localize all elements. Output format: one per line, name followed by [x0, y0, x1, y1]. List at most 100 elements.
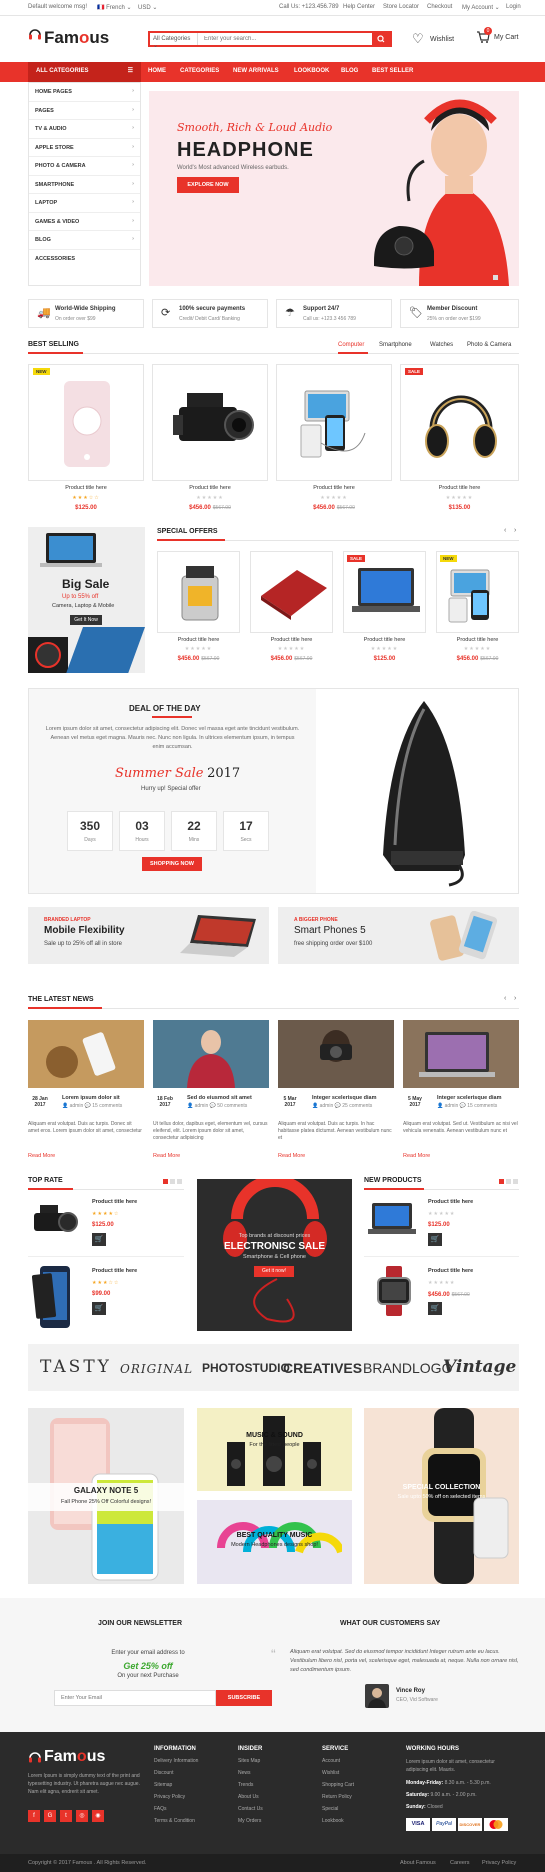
new-products-pagination[interactable]: [497, 1179, 518, 1186]
tab-computer[interactable]: Computer: [338, 342, 364, 348]
best-quality-music-tile[interactable]: BEST QUALITY MUSIC Modern Headphones des…: [197, 1500, 352, 1584]
footer-link[interactable]: Discount: [154, 1770, 198, 1776]
category-item[interactable]: BLOG ›: [29, 231, 140, 250]
subscribe-button[interactable]: SUBSCRIBE: [216, 1690, 272, 1706]
site-logo[interactable]: Famous: [44, 28, 109, 48]
about-link[interactable]: About Famous: [400, 1860, 436, 1866]
nav-home[interactable]: HOME: [148, 68, 166, 74]
login-link[interactable]: Login: [506, 4, 521, 10]
nav-categories[interactable]: CATEGORIES: [180, 68, 219, 74]
category-item[interactable]: ACCESSORIES: [29, 250, 140, 269]
product-title[interactable]: Product title here: [428, 1268, 473, 1274]
news-prev-arrow[interactable]: ‹: [504, 995, 506, 1002]
my-account-link[interactable]: My Account ⌄: [462, 4, 500, 11]
google-plus-icon[interactable]: G: [44, 1810, 56, 1822]
news-card[interactable]: [28, 1020, 144, 1090]
brand-logo[interactable]: CREATIVES: [283, 1360, 362, 1376]
search-button[interactable]: [372, 33, 390, 45]
brand-logo[interactable]: BRANDLOGO: [363, 1360, 452, 1376]
help-center-link[interactable]: Help Center: [343, 4, 375, 10]
category-item[interactable]: APPLE STORE ›: [29, 139, 140, 157]
checkout-link[interactable]: Checkout: [427, 4, 452, 10]
footer-link[interactable]: Return Policy: [322, 1794, 354, 1800]
product-title[interactable]: Product title here: [92, 1268, 137, 1274]
big-sale-banner[interactable]: Big Sale Up to 55% off Camera, Laptop & …: [28, 527, 145, 673]
footer-link[interactable]: Delivery Information: [154, 1758, 198, 1764]
add-to-cart-button[interactable]: 🛒: [92, 1302, 106, 1315]
footer-link[interactable]: FAQs: [154, 1806, 198, 1812]
product-title[interactable]: Product title here: [92, 1199, 137, 1205]
product-title[interactable]: Product title here: [28, 485, 144, 491]
twitter-icon[interactable]: t: [60, 1810, 72, 1822]
product-card[interactable]: [250, 551, 333, 633]
newsletter-email-input[interactable]: [54, 1690, 216, 1706]
product-card[interactable]: [276, 364, 392, 481]
add-to-cart-button[interactable]: 🛒: [428, 1302, 442, 1315]
footer-link[interactable]: Privacy Policy: [154, 1794, 198, 1800]
read-more-link[interactable]: Read More: [403, 1153, 430, 1159]
footer-link[interactable]: News: [238, 1770, 263, 1776]
category-item[interactable]: LAPTOP ›: [29, 194, 140, 213]
footer-link[interactable]: Account: [322, 1758, 354, 1764]
footer-link[interactable]: Wishlist: [322, 1770, 354, 1776]
footer-link[interactable]: About Us: [238, 1794, 263, 1800]
news-card[interactable]: [153, 1020, 269, 1090]
special-next-arrow[interactable]: ›: [514, 527, 516, 534]
footer-logo[interactable]: Famous: [44, 1748, 105, 1766]
explore-now-button[interactable]: EXPLORE NOW: [177, 177, 239, 193]
electronics-sale-banner[interactable]: Top brands at discount prices ELECTRONIS…: [197, 1179, 352, 1331]
news-title[interactable]: Integer scelerisque diam: [312, 1095, 377, 1101]
product-title[interactable]: Product title here: [343, 637, 426, 643]
brand-logo[interactable]: PHOTOSTUDIO: [202, 1361, 290, 1375]
footer-link[interactable]: Sites Map: [238, 1758, 263, 1764]
product-card[interactable]: NEW: [28, 364, 144, 481]
product-title[interactable]: Product title here: [250, 637, 333, 643]
music-sound-tile[interactable]: MUSIC & SOUND For the fittest people: [197, 1408, 352, 1491]
get-it-now-button[interactable]: Get It Now: [70, 615, 102, 625]
language-select[interactable]: 🇫🇷 French ⌄: [97, 4, 132, 11]
footer-link[interactable]: Terms & Condition: [154, 1818, 198, 1824]
tab-photo-camera[interactable]: Photo & Camera: [467, 342, 511, 348]
footer-link[interactable]: Sitemap: [154, 1782, 198, 1788]
tab-smartphone[interactable]: Smartphone: [379, 342, 412, 348]
rss-icon[interactable]: ◉: [92, 1810, 104, 1822]
news-title[interactable]: Sed do eiusmod sit amet: [187, 1095, 252, 1101]
tab-watches[interactable]: Watches: [430, 342, 453, 348]
product-card[interactable]: [152, 364, 268, 481]
footer-link[interactable]: Lookbook: [322, 1818, 354, 1824]
get-it-now-button[interactable]: Get it now!: [254, 1266, 294, 1277]
product-card[interactable]: NEW: [436, 551, 519, 633]
read-more-link[interactable]: Read More: [278, 1153, 305, 1159]
nav-best-seller[interactable]: BEST SELLER: [372, 68, 413, 74]
product-title[interactable]: Product title here: [400, 485, 519, 491]
category-item[interactable]: PHOTO & CAMERA ›: [29, 157, 140, 176]
category-item[interactable]: SMARTPHONE ›: [29, 176, 140, 194]
news-card[interactable]: [278, 1020, 394, 1090]
add-to-cart-button[interactable]: 🛒: [428, 1233, 442, 1246]
news-title[interactable]: Lorem ipsum dolor sit: [62, 1095, 120, 1101]
news-next-arrow[interactable]: ›: [514, 995, 516, 1002]
special-collection-tile[interactable]: SPECIAL COLLECTION Sale upto 50% off on …: [364, 1408, 519, 1584]
facebook-icon[interactable]: f: [28, 1810, 40, 1822]
instagram-icon[interactable]: ◎: [76, 1810, 88, 1822]
add-to-cart-button[interactable]: 🛒: [92, 1233, 106, 1246]
brand-logo[interactable]: Vintage: [443, 1357, 516, 1377]
wishlist-link[interactable]: Wishlist: [430, 36, 454, 43]
product-title[interactable]: Product title here: [157, 637, 240, 643]
special-prev-arrow[interactable]: ‹: [504, 527, 506, 534]
category-item[interactable]: GAMES & VIDEO ›: [29, 213, 140, 231]
brand-logo[interactable]: TASTY: [40, 1357, 112, 1377]
news-card[interactable]: [403, 1020, 519, 1090]
product-title[interactable]: Product title here: [152, 485, 268, 491]
privacy-link[interactable]: Privacy Policy: [482, 1860, 516, 1866]
category-item[interactable]: HOME PAGES ›: [29, 83, 140, 102]
laptop-banner[interactable]: BRANDED LAPTOP Mobile Flexibility Sale u…: [28, 907, 269, 964]
phone-banner[interactable]: A BIGGER PHONE Smart Phones 5 free shipp…: [278, 907, 519, 964]
nav-blog[interactable]: BLOG: [341, 68, 358, 74]
currency-select[interactable]: USD ⌄: [138, 4, 157, 11]
nav-new-arrivals[interactable]: NEW ARRIVALS: [233, 68, 279, 74]
nav-lookbook[interactable]: LOOKBOOK: [294, 68, 329, 74]
read-more-link[interactable]: Read More: [28, 1153, 55, 1159]
product-title[interactable]: Product title here: [428, 1199, 473, 1205]
careers-link[interactable]: Careers: [450, 1860, 470, 1866]
